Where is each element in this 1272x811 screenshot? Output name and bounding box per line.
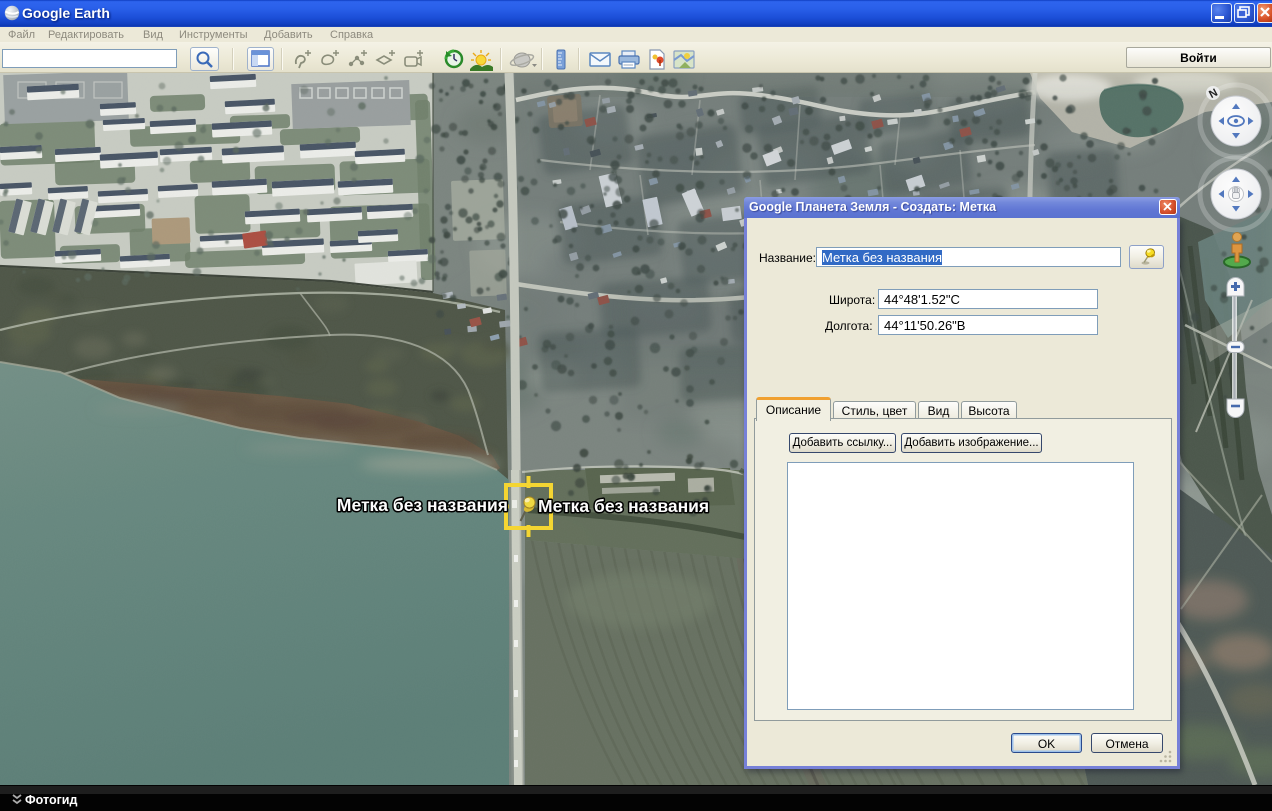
svg-text:Метка без названия: Метка без названия (538, 496, 709, 516)
svg-text:Метка без названия: Метка без названия (337, 495, 508, 515)
